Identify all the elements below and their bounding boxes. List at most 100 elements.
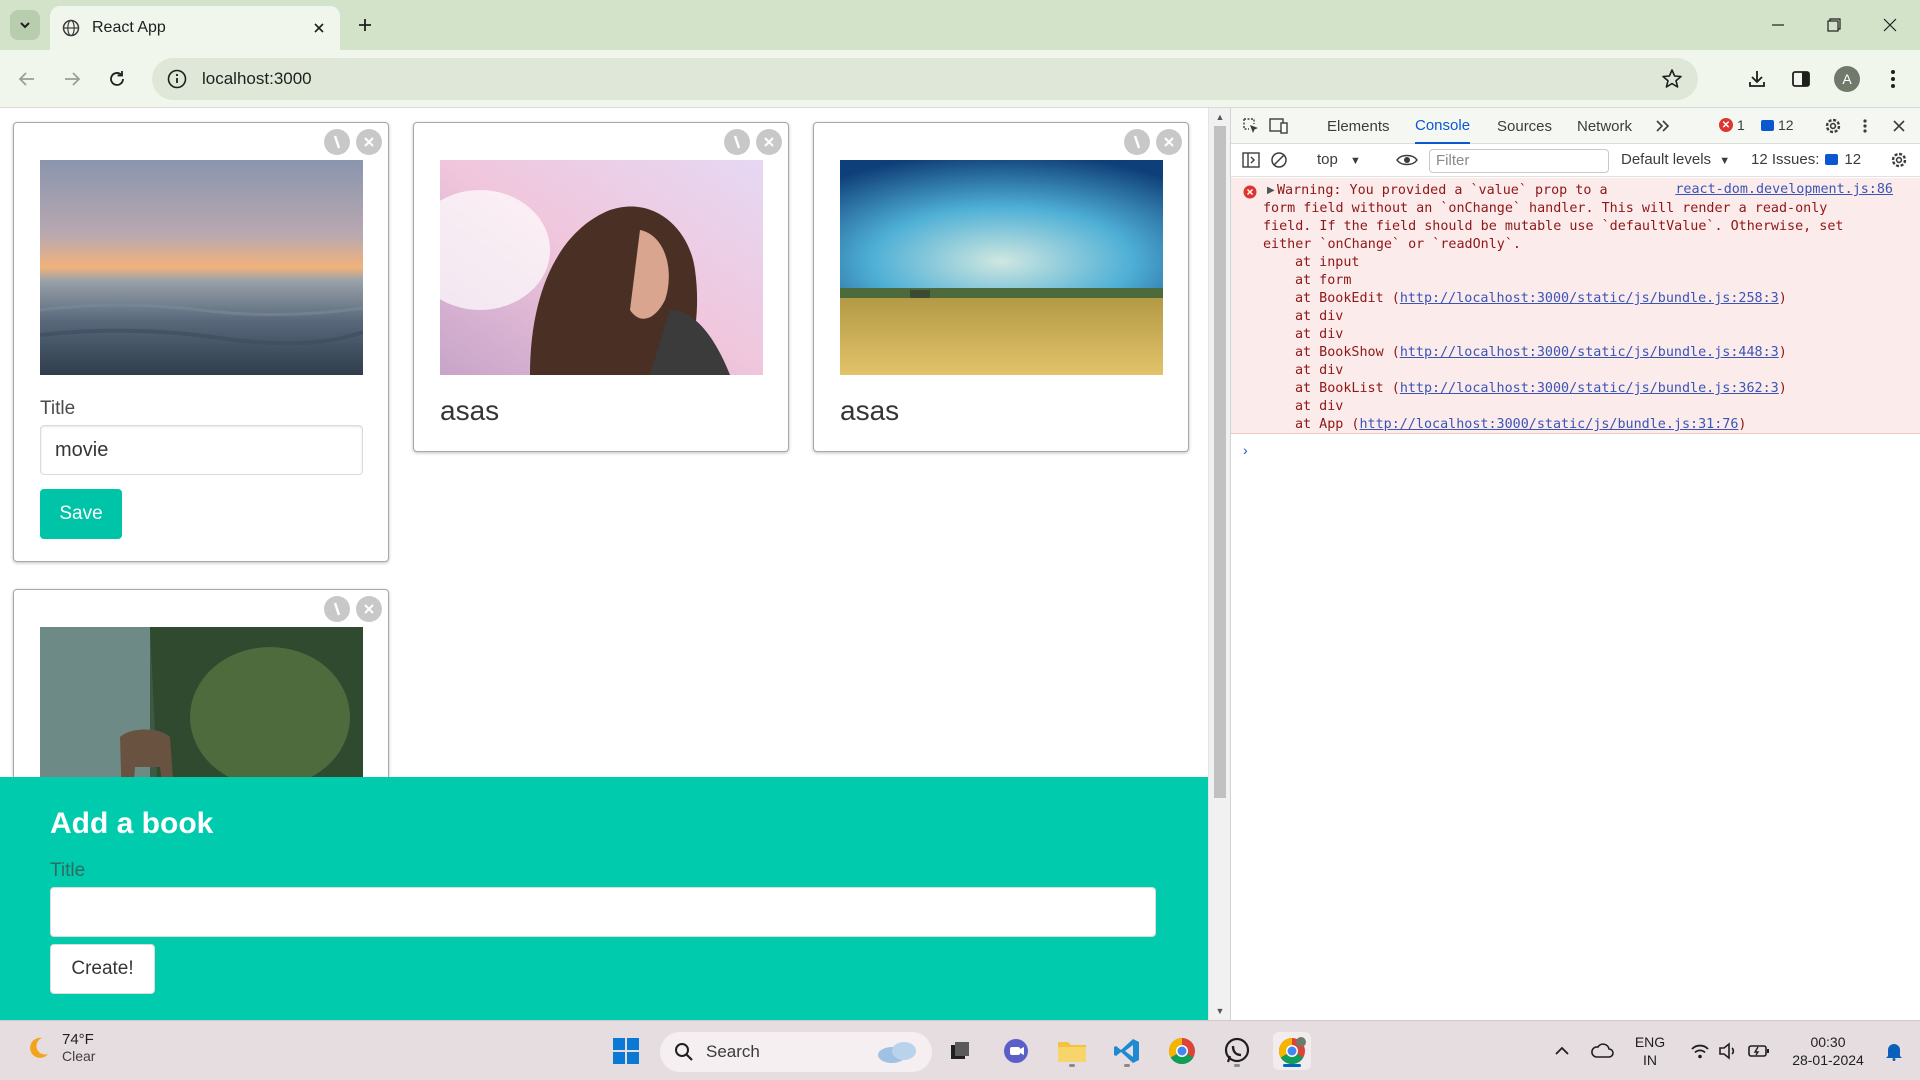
context-selector[interactable]: top ▼ bbox=[1317, 151, 1361, 168]
new-tab-button[interactable] bbox=[350, 10, 380, 40]
browser-menu-button[interactable] bbox=[1876, 62, 1910, 96]
chrome-button[interactable] bbox=[1163, 1032, 1201, 1070]
scrollbar-thumb[interactable] bbox=[1214, 126, 1226, 798]
tab-console[interactable]: Console bbox=[1415, 108, 1471, 144]
chevron-down-icon bbox=[20, 22, 30, 29]
title-field-label: Title bbox=[40, 398, 76, 419]
forward-button[interactable] bbox=[55, 62, 89, 96]
forward-arrow-icon bbox=[65, 72, 81, 86]
add-title-label: Title bbox=[50, 860, 86, 881]
delete-icon[interactable] bbox=[756, 129, 782, 155]
vscode-button[interactable] bbox=[1108, 1032, 1146, 1070]
live-expression-eye-icon[interactable] bbox=[1395, 148, 1419, 172]
edit-icon[interactable] bbox=[324, 129, 350, 155]
dropdown-arrow-icon: ▼ bbox=[1350, 155, 1361, 167]
error-count-badge[interactable]: ✕ 1 bbox=[1719, 117, 1745, 133]
file-explorer-button[interactable] bbox=[1053, 1032, 1091, 1070]
notifications-button[interactable] bbox=[1876, 1032, 1912, 1070]
device-toolbar-icon[interactable] bbox=[1267, 114, 1291, 138]
tab-network[interactable]: Network bbox=[1577, 108, 1632, 144]
clock[interactable]: 00:30 28-01-2024 bbox=[1780, 1033, 1876, 1069]
warning-source-link[interactable]: react-dom.development.js:86 bbox=[1675, 182, 1893, 197]
add-book-panel: Add a book Title Create! bbox=[0, 777, 1208, 1020]
stack-link[interactable]: http://localhost:3000/static/js/bundle.j… bbox=[1400, 381, 1779, 396]
restore-icon bbox=[1827, 18, 1841, 32]
quick-settings-button[interactable] bbox=[1680, 1032, 1780, 1070]
onedrive-status-button[interactable] bbox=[1582, 1032, 1622, 1070]
chrome-icon bbox=[1168, 1037, 1195, 1065]
reload-button[interactable] bbox=[100, 62, 134, 96]
site-info-icon[interactable] bbox=[166, 68, 188, 90]
battery-icon bbox=[1748, 1045, 1769, 1057]
side-panel-button[interactable] bbox=[1784, 62, 1818, 96]
inspect-element-icon[interactable] bbox=[1239, 114, 1263, 138]
delete-icon[interactable] bbox=[356, 129, 382, 155]
delete-icon[interactable] bbox=[1156, 129, 1182, 155]
more-tabs-icon[interactable] bbox=[1651, 114, 1675, 138]
book-title: asas bbox=[840, 395, 900, 426]
console-warning-message[interactable]: ▶ Warning: You provided a `value` prop t… bbox=[1231, 178, 1920, 434]
stack-link[interactable]: http://localhost:3000/static/js/bundle.j… bbox=[1400, 291, 1779, 306]
chrome-profile-button-active[interactable] bbox=[1273, 1032, 1311, 1070]
teams-app-button[interactable] bbox=[997, 1032, 1035, 1070]
back-button[interactable] bbox=[10, 62, 44, 96]
windows-taskbar: 74°F Clear Search ENG IN 00:30 28-01-202… bbox=[0, 1020, 1920, 1080]
scroll-down-arrow-icon[interactable]: ▼ bbox=[1214, 1005, 1226, 1017]
language-indicator[interactable]: ENG IN bbox=[1628, 1033, 1672, 1069]
folder-icon bbox=[1058, 1042, 1086, 1062]
clear-console-icon[interactable] bbox=[1267, 148, 1291, 172]
stack-link[interactable]: http://localhost:3000/static/js/bundle.j… bbox=[1360, 417, 1739, 432]
browser-tab[interactable]: React App bbox=[50, 6, 340, 50]
save-button[interactable]: Save bbox=[40, 489, 122, 539]
book-cover-image-woman bbox=[440, 160, 763, 375]
temperature: 74°F bbox=[62, 1031, 94, 1048]
vscode-icon bbox=[1114, 1039, 1139, 1063]
close-window-button[interactable] bbox=[1862, 0, 1918, 50]
close-devtools-icon[interactable] bbox=[1887, 114, 1911, 138]
cloud-icon bbox=[878, 1042, 916, 1063]
moon-icon bbox=[30, 1037, 48, 1058]
title-edit-input[interactable]: movie bbox=[40, 425, 363, 475]
restore-button[interactable] bbox=[1806, 0, 1862, 50]
close-icon bbox=[1883, 18, 1897, 32]
whatsapp-button[interactable] bbox=[1218, 1032, 1256, 1070]
console-settings-icon[interactable] bbox=[1887, 148, 1911, 172]
devtools-menu-icon[interactable] bbox=[1853, 114, 1877, 138]
globe-icon bbox=[62, 19, 80, 37]
show-hidden-icons-button[interactable] bbox=[1542, 1032, 1582, 1070]
download-icon bbox=[1749, 71, 1765, 87]
book-card: asas bbox=[813, 122, 1189, 452]
weather-widget[interactable]: 74°F Clear bbox=[24, 1031, 95, 1064]
error-count: 1 bbox=[1737, 117, 1745, 133]
edit-icon[interactable] bbox=[724, 129, 750, 155]
console-prompt-chevron-icon[interactable]: › bbox=[1243, 442, 1248, 458]
create-button[interactable]: Create! bbox=[50, 944, 155, 994]
log-levels-dropdown[interactable]: Default levels ▼ bbox=[1621, 151, 1730, 168]
bookmark-star-icon[interactable] bbox=[1660, 67, 1684, 91]
address-bar[interactable]: localhost:3000 bbox=[152, 58, 1698, 100]
start-button[interactable] bbox=[607, 1032, 645, 1070]
task-view-button[interactable] bbox=[941, 1032, 979, 1070]
edit-icon[interactable] bbox=[1124, 129, 1150, 155]
book-title: asas bbox=[440, 395, 500, 426]
tab-search-button[interactable] bbox=[10, 10, 40, 40]
devtools-settings-icon[interactable] bbox=[1821, 114, 1845, 138]
delete-icon[interactable] bbox=[356, 596, 382, 622]
downloads-button[interactable] bbox=[1740, 62, 1774, 96]
taskbar-search[interactable]: Search bbox=[660, 1032, 932, 1072]
close-tab-icon[interactable] bbox=[310, 19, 328, 37]
add-title-input[interactable] bbox=[50, 887, 1156, 937]
profile-button[interactable]: A bbox=[1830, 62, 1864, 96]
console-filter-input[interactable]: Filter bbox=[1429, 149, 1609, 173]
message-count-badge[interactable]: 12 bbox=[1761, 117, 1794, 133]
page-scrollbar[interactable]: ▲ ▼ bbox=[1208, 108, 1230, 1020]
tab-sources[interactable]: Sources bbox=[1497, 108, 1552, 144]
stack-link[interactable]: http://localhost:3000/static/js/bundle.j… bbox=[1400, 345, 1779, 360]
minimize-button[interactable] bbox=[1750, 0, 1806, 50]
issues-counter[interactable]: 12 Issues: 12 bbox=[1751, 151, 1861, 168]
scroll-up-arrow-icon[interactable]: ▲ bbox=[1214, 111, 1226, 123]
reload-icon bbox=[110, 71, 124, 86]
edit-icon[interactable] bbox=[324, 596, 350, 622]
console-sidebar-icon[interactable] bbox=[1239, 148, 1263, 172]
tab-elements[interactable]: Elements bbox=[1327, 108, 1390, 144]
